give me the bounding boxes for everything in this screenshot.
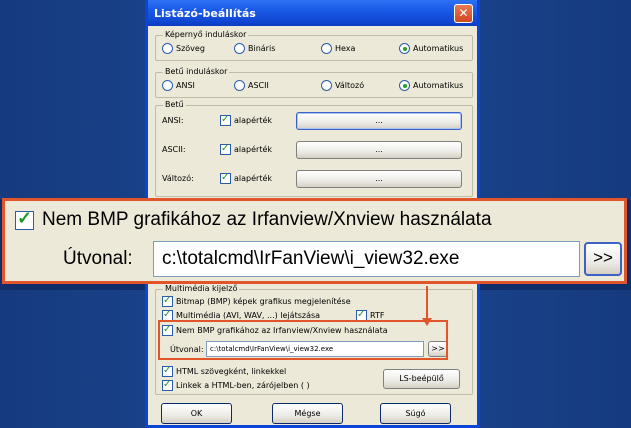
ascii-font-button[interactable]: ...	[296, 141, 462, 159]
help-button[interactable]: Súgó	[380, 403, 451, 424]
radio-hexa[interactable]: Hexa	[321, 43, 355, 54]
html-check	[162, 365, 173, 377]
bitmap-check	[162, 295, 173, 307]
display-start-title: Képernyő induláskor	[163, 30, 249, 39]
callout-arrow-head	[422, 318, 432, 326]
bitmap-label: Bitmap (BMP) képek grafikus megjelenítés…	[176, 297, 351, 306]
radio-szoveg[interactable]: Szöveg	[162, 43, 205, 54]
zoom-path-input[interactable]: c:\totalcmd\IrFanView\i_view32.exe	[153, 241, 580, 277]
zoom-browse-button[interactable]: >>	[584, 242, 622, 276]
radio-ascii-dot	[234, 80, 245, 91]
radio-automatikus-display[interactable]: Automatikus	[399, 43, 463, 54]
links-label: Linkek a HTML-ben, zárójelben ( )	[176, 381, 310, 390]
radio-hexa-label: Hexa	[335, 44, 356, 53]
ascii-default-checkbox[interactable]: alapérték	[220, 143, 273, 155]
radio-automatikus-font[interactable]: Automatikus	[399, 80, 463, 91]
rtf-label: RTF	[370, 311, 385, 320]
ascii-row-label: ASCII:	[162, 145, 186, 154]
cancel-button[interactable]: Mégse	[272, 403, 343, 424]
title-bar[interactable]: Listázó-beállítás ✕	[148, 0, 477, 26]
multimedia-label: Multimédia (AVI, WAV, ...) lejátszása	[176, 311, 321, 320]
radio-ansi-dot	[162, 80, 173, 91]
font-start-group: Betű induláskor ANSI ASCII Változó Autom…	[155, 67, 473, 98]
valtozo-row-label: Változó:	[162, 174, 194, 183]
zoom-irfanview-check	[15, 208, 34, 230]
highlight-box-small	[158, 320, 448, 360]
radio-automatikus-font-label: Automatikus	[413, 81, 464, 90]
radio-valtozo[interactable]: Változó	[321, 80, 364, 91]
radio-automatikus-display-label: Automatikus	[413, 44, 464, 53]
valtozo-default-check	[220, 172, 231, 184]
zoom-path-label: Útvonal:	[63, 248, 133, 269]
radio-ansi[interactable]: ANSI	[162, 80, 195, 91]
fonts-group: Betű ANSI: alapérték ... ASCII: alapérté…	[155, 100, 473, 197]
links-check	[162, 379, 173, 391]
zoom-irfanview-label: Nem BMP grafikához az Irfanview/Xnview h…	[42, 209, 492, 230]
radio-szoveg-label: Szöveg	[176, 44, 205, 53]
bitmap-checkbox[interactable]: Bitmap (BMP) képek grafikus megjelenítés…	[162, 295, 351, 307]
ansi-row-label: ANSI:	[162, 116, 184, 125]
radio-ascii[interactable]: ASCII	[234, 80, 269, 91]
ls-plugin-button[interactable]: LS-beépülő	[383, 369, 460, 389]
ansi-default-label: alapérték	[234, 116, 273, 125]
zoom-irfanview-checkbox[interactable]: Nem BMP grafikához az Irfanview/Xnview h…	[15, 208, 492, 231]
valtozo-default-label: alapérték	[234, 174, 273, 183]
close-button[interactable]: ✕	[454, 4, 473, 23]
links-checkbox[interactable]: Linkek a HTML-ben, zárójelben ( )	[162, 379, 310, 391]
valtozo-font-button[interactable]: ...	[296, 170, 462, 188]
fonts-title: Betű	[163, 100, 186, 109]
window-title: Listázó-beállítás	[154, 7, 256, 20]
ansi-default-check	[220, 114, 231, 126]
radio-automatikus-font-dot	[399, 80, 410, 91]
callout-arrow-line	[426, 286, 428, 320]
valtozo-default-checkbox[interactable]: alapérték	[220, 172, 273, 184]
radio-automatikus-display-dot	[399, 43, 410, 54]
radio-binaris-label: Bináris	[248, 44, 276, 53]
multimedia-title: Multimédia kijelző	[163, 284, 240, 293]
ansi-default-checkbox[interactable]: alapérték	[220, 114, 273, 126]
ok-button[interactable]: OK	[161, 403, 232, 424]
radio-hexa-dot	[321, 43, 332, 54]
radio-ansi-label: ANSI	[176, 81, 195, 90]
html-label: HTML szövegként, linkekkel	[176, 367, 287, 376]
ansi-font-button[interactable]: ...	[296, 112, 462, 130]
radio-valtozo-dot	[321, 80, 332, 91]
display-start-group: Képernyő induláskor Szöveg Bináris Hexa …	[155, 30, 473, 61]
html-checkbox[interactable]: HTML szövegként, linkekkel	[162, 365, 287, 377]
radio-valtozo-label: Változó	[335, 81, 365, 90]
ascii-default-check	[220, 143, 231, 155]
radio-szoveg-dot	[162, 43, 173, 54]
zoom-callout: Nem BMP grafikához az Irfanview/Xnview h…	[2, 198, 627, 284]
radio-binaris[interactable]: Bináris	[234, 43, 275, 54]
radio-ascii-label: ASCII	[248, 81, 269, 90]
font-start-title: Betű induláskor	[163, 67, 230, 76]
ascii-default-label: alapérték	[234, 145, 273, 154]
radio-binaris-dot	[234, 43, 245, 54]
